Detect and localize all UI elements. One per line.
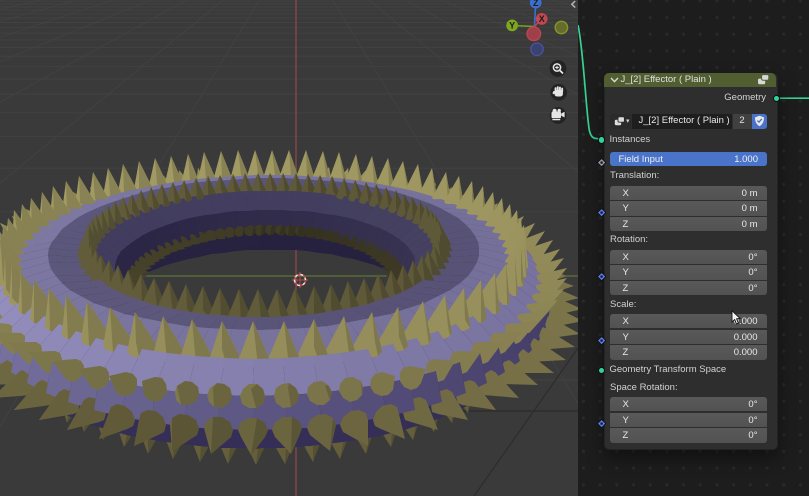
svg-text:Z: Z [533,0,539,8]
svg-text:X: X [539,14,545,24]
svg-text:Y: Y [509,21,515,31]
